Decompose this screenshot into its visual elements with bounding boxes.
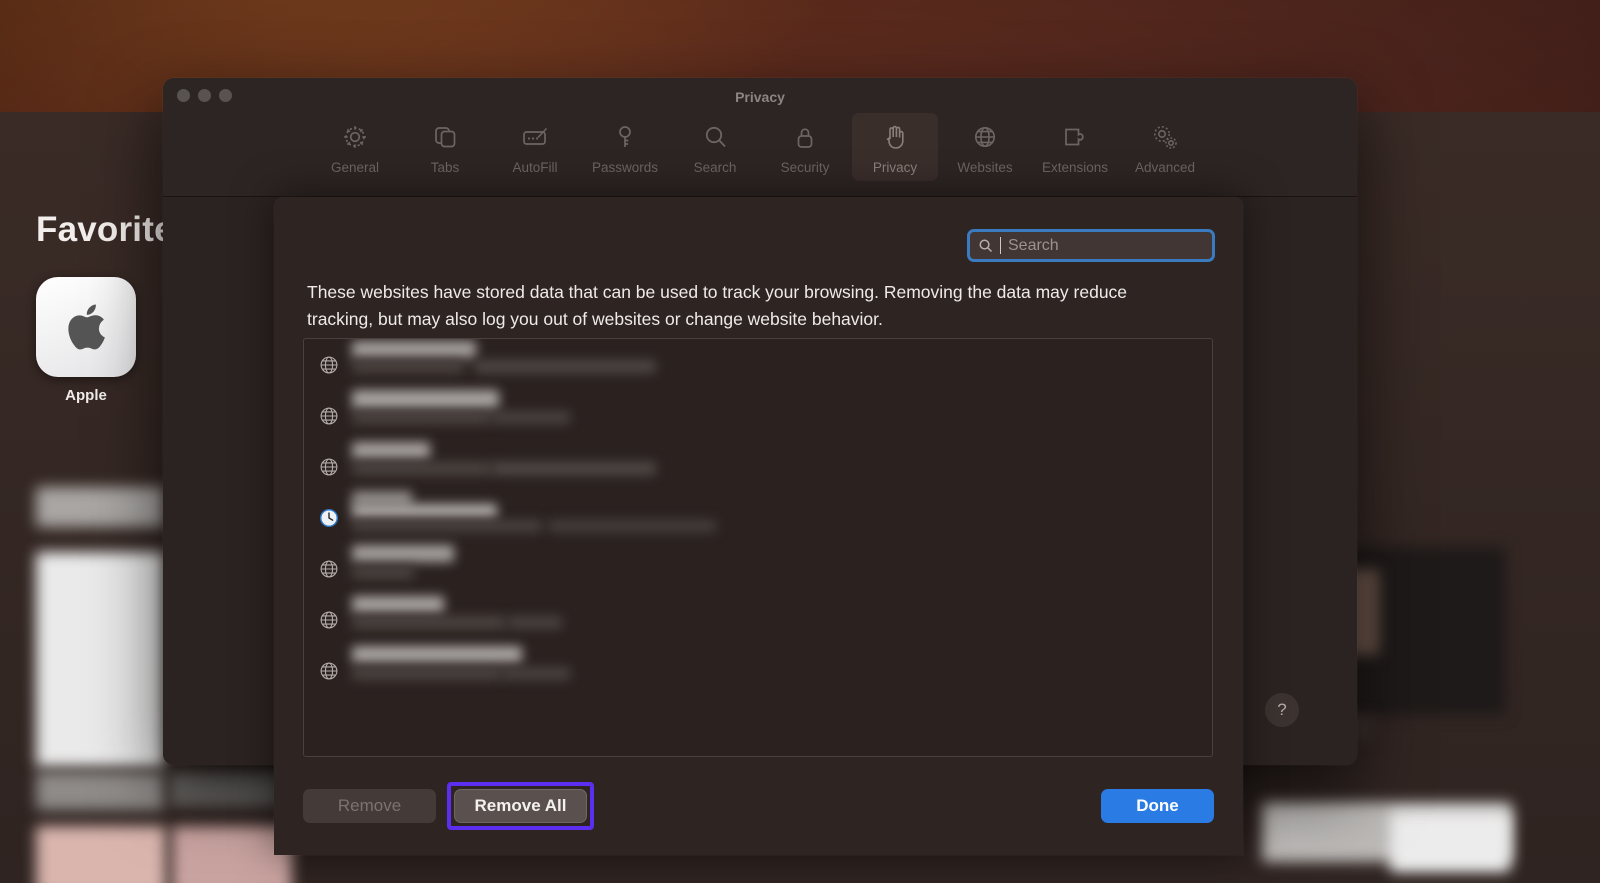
list-item[interactable] [304,490,1212,543]
toolbar-item-search[interactable]: Search [672,113,758,181]
toolbar-label: Websites [957,160,1013,175]
sheet-footer: Remove Remove All Done [274,757,1243,855]
redacted-row-text [352,595,1198,640]
autofill-pencil-icon [519,121,551,153]
globe-icon [318,405,340,427]
toolbar-item-autofill[interactable]: AutoFill [492,113,578,181]
list-item[interactable] [304,645,1212,696]
lock-icon [789,121,821,153]
gear-icon [339,121,371,153]
clock-icon [318,507,340,529]
toolbar-label: Advanced [1134,160,1196,175]
toolbar-item-advanced[interactable]: Advanced [1122,113,1208,181]
bookmark-tile-apple[interactable] [36,277,136,377]
toolbar-label: Tabs [430,160,460,175]
redacted-row-text [352,441,1198,487]
search-icon [978,238,993,253]
redacted-content-block [1390,812,1510,872]
text-cursor [1000,237,1001,254]
apple-logo-icon [68,304,105,350]
search-field[interactable] [967,229,1215,262]
toolbar-label: General [330,160,380,175]
website-data-list[interactable] [303,338,1213,757]
list-item[interactable] [304,543,1212,594]
toolbar-item-security[interactable]: Security [762,113,848,181]
globe-icon [318,609,340,631]
redacted-content-block [36,552,164,767]
redacted-content-block [170,772,280,806]
redacted-row-text [352,645,1198,691]
toolbar-item-passwords[interactable]: Passwords [582,113,668,181]
puzzle-piece-icon [1059,121,1091,153]
toolbar-label: Extensions [1041,160,1109,175]
globe-icon [318,354,340,376]
globe-icon [318,660,340,682]
redacted-row-text [352,544,1198,589]
toolbar-label: Privacy [872,160,918,175]
list-item[interactable] [304,339,1212,390]
list-item[interactable] [304,389,1212,441]
remove-button[interactable]: Remove [303,789,436,823]
toolbar-label: Search [693,160,737,175]
list-item[interactable] [304,441,1212,492]
help-button[interactable]: ? [1265,693,1299,727]
redacted-content-block [36,826,166,883]
toolbar-item-websites[interactable]: Websites [942,113,1028,181]
redacted-row-text [352,389,1198,436]
toolbar-label: Passwords [591,160,659,175]
toolbar-item-tabs[interactable]: Tabs [402,113,488,181]
toolbar-item-general[interactable]: General [312,113,398,181]
toolbar-item-extensions[interactable]: Extensions [1032,113,1118,181]
preferences-titlebar: Privacy General Tabs AutoFill Passwords … [163,78,1357,197]
search-input[interactable] [1008,236,1215,255]
magnifier-icon [699,121,731,153]
sheet-description: These websites have stored data that can… [307,282,1128,329]
window-title: Privacy [735,89,785,105]
globe-icon [318,558,340,580]
globe-icon [318,456,340,478]
redacted-content-block [36,772,164,810]
toolbar-label: Security [780,160,830,175]
gears-icon [1149,121,1181,153]
tabs-icon [429,121,461,153]
redacted-row-text [352,490,1198,538]
manage-website-data-sheet: These websites have stored data that can… [274,197,1243,855]
done-button[interactable]: Done [1101,789,1214,823]
toolbar-item-privacy[interactable]: Privacy [852,113,938,181]
key-icon [609,121,641,153]
redacted-content-block [36,487,164,527]
raised-hand-icon [879,121,911,153]
preferences-toolbar[interactable]: General Tabs AutoFill Passwords Search S… [163,113,1357,181]
toolbar-label: AutoFill [512,160,558,175]
redacted-row-text [352,340,1198,385]
bookmark-label-apple: Apple [65,387,107,404]
globe-icon [969,121,1001,153]
remove-all-button[interactable]: Remove All [454,789,587,823]
list-item[interactable] [304,594,1212,645]
